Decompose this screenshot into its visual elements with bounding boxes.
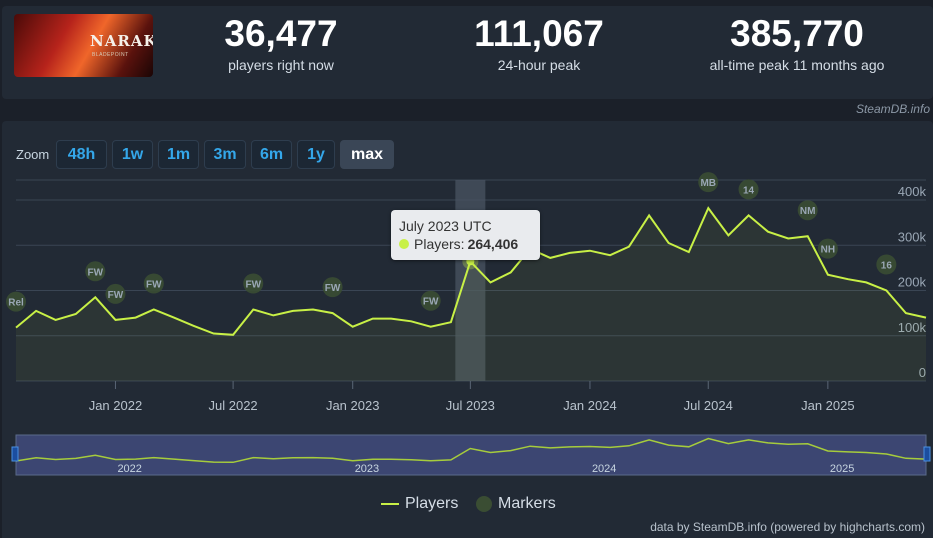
x-tick-label: Jul 2023	[446, 398, 495, 413]
x-tick-label: Jan 2022	[89, 398, 143, 413]
event-marker-label: 14	[743, 185, 755, 196]
highcharts-credit[interactable]: data by SteamDB.info (powered by highcha…	[650, 520, 925, 534]
navigator-left-handle[interactable]	[11, 446, 19, 462]
navigator-label: 2025	[830, 463, 854, 475]
x-tick-label: Jan 2025	[801, 398, 855, 413]
navigator-right-handle[interactable]	[923, 446, 931, 462]
x-tick-label: Jan 2023	[326, 398, 380, 413]
y-tick-label: 300k	[898, 229, 927, 244]
legend-players-label: Players	[405, 495, 459, 512]
event-marker-label: 16	[881, 261, 893, 272]
event-marker-label: FW	[146, 280, 162, 291]
line-legend-icon	[381, 503, 399, 505]
legend-markers-label: Markers	[498, 495, 556, 512]
tooltip-title: July 2023 UTC	[399, 218, 492, 234]
event-marker-label: FW	[88, 267, 104, 278]
event-marker-label: FW	[325, 283, 341, 294]
event-marker-label: FW	[423, 297, 439, 308]
event-marker-label: NM	[800, 206, 816, 217]
y-tick-label: 400k	[898, 184, 927, 199]
event-marker-label: MB	[700, 178, 716, 189]
navigator-label: 2022	[117, 463, 141, 475]
navigator-range[interactable]	[15, 434, 927, 476]
event-marker-label: FW	[245, 280, 261, 291]
x-tick-label: Jan 2024	[563, 398, 617, 413]
marker-legend-icon	[476, 496, 492, 512]
tooltip-row: Players: 264,406	[399, 236, 518, 252]
navigator-label: 2024	[592, 463, 616, 475]
player-count-chart[interactable]: 0100k200k300k400kJan 2022 Jul 2022 Jan 202…	[0, 0, 933, 538]
x-tick-label: Jul 2022	[209, 398, 258, 413]
event-marker-label: NH	[821, 245, 835, 256]
tooltip-value: 264,406	[467, 236, 519, 252]
y-tick-label: 200k	[898, 275, 927, 290]
tooltip-series-name: Players:	[414, 236, 465, 252]
event-marker-label: FW	[108, 290, 124, 301]
event-marker-label: Rel	[8, 298, 24, 309]
chart-tooltip: July 2023 UTC Players: 264,406	[391, 210, 540, 260]
navigator-label: 2023	[355, 463, 379, 475]
x-tick-label: Jul 2024	[684, 398, 733, 413]
series-dot-icon	[399, 239, 409, 249]
legend-markers[interactable]: Markers	[476, 495, 556, 513]
legend-players[interactable]: Players	[381, 495, 458, 513]
